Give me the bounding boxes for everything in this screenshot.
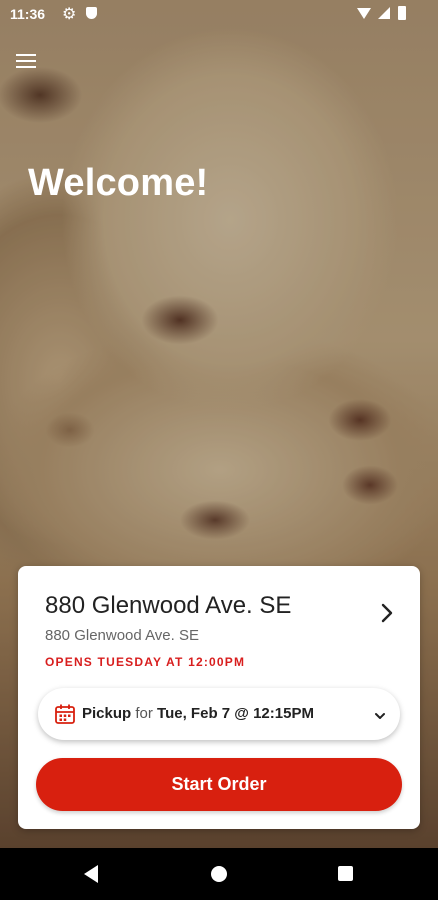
status-bar: 11:36 ⚙: [0, 0, 438, 28]
store-address: 880 Glenwood Ave. SE: [45, 627, 199, 644]
android-nav-bar: [0, 848, 438, 900]
pickup-time: Tue, Feb 7 @ 12:15PM: [157, 705, 314, 722]
back-icon[interactable]: [84, 865, 98, 883]
chevron-down-icon: [374, 708, 386, 726]
wifi-icon: [357, 8, 371, 19]
store-name[interactable]: 880 Glenwood Ave. SE: [45, 592, 291, 620]
battery-icon: [398, 6, 406, 20]
shield-icon: [86, 7, 97, 19]
location-card: 880 Glenwood Ave. SE 880 Glenwood Ave. S…: [18, 566, 420, 829]
start-order-button[interactable]: Start Order: [36, 758, 402, 811]
calendar-icon: [54, 703, 76, 730]
status-time: 11:36: [10, 6, 46, 22]
chevron-right-icon[interactable]: [376, 598, 400, 628]
cellular-icon: [378, 7, 390, 19]
pickup-label: Pickup for Tue, Feb 7 @ 12:15PM: [82, 705, 314, 722]
welcome-heading: Welcome!: [28, 162, 209, 204]
recents-icon[interactable]: [338, 866, 353, 881]
pickup-mode: Pickup: [82, 705, 132, 722]
home-icon[interactable]: [211, 866, 227, 882]
pickup-time-selector[interactable]: Pickup for Tue, Feb 7 @ 12:15PM: [38, 688, 400, 740]
store-hours: OPENS TUESDAY AT 12:00PM: [45, 655, 246, 669]
pickup-for-text: for: [135, 705, 153, 722]
gear-icon: ⚙: [62, 6, 77, 23]
hamburger-menu-icon[interactable]: [16, 52, 38, 70]
